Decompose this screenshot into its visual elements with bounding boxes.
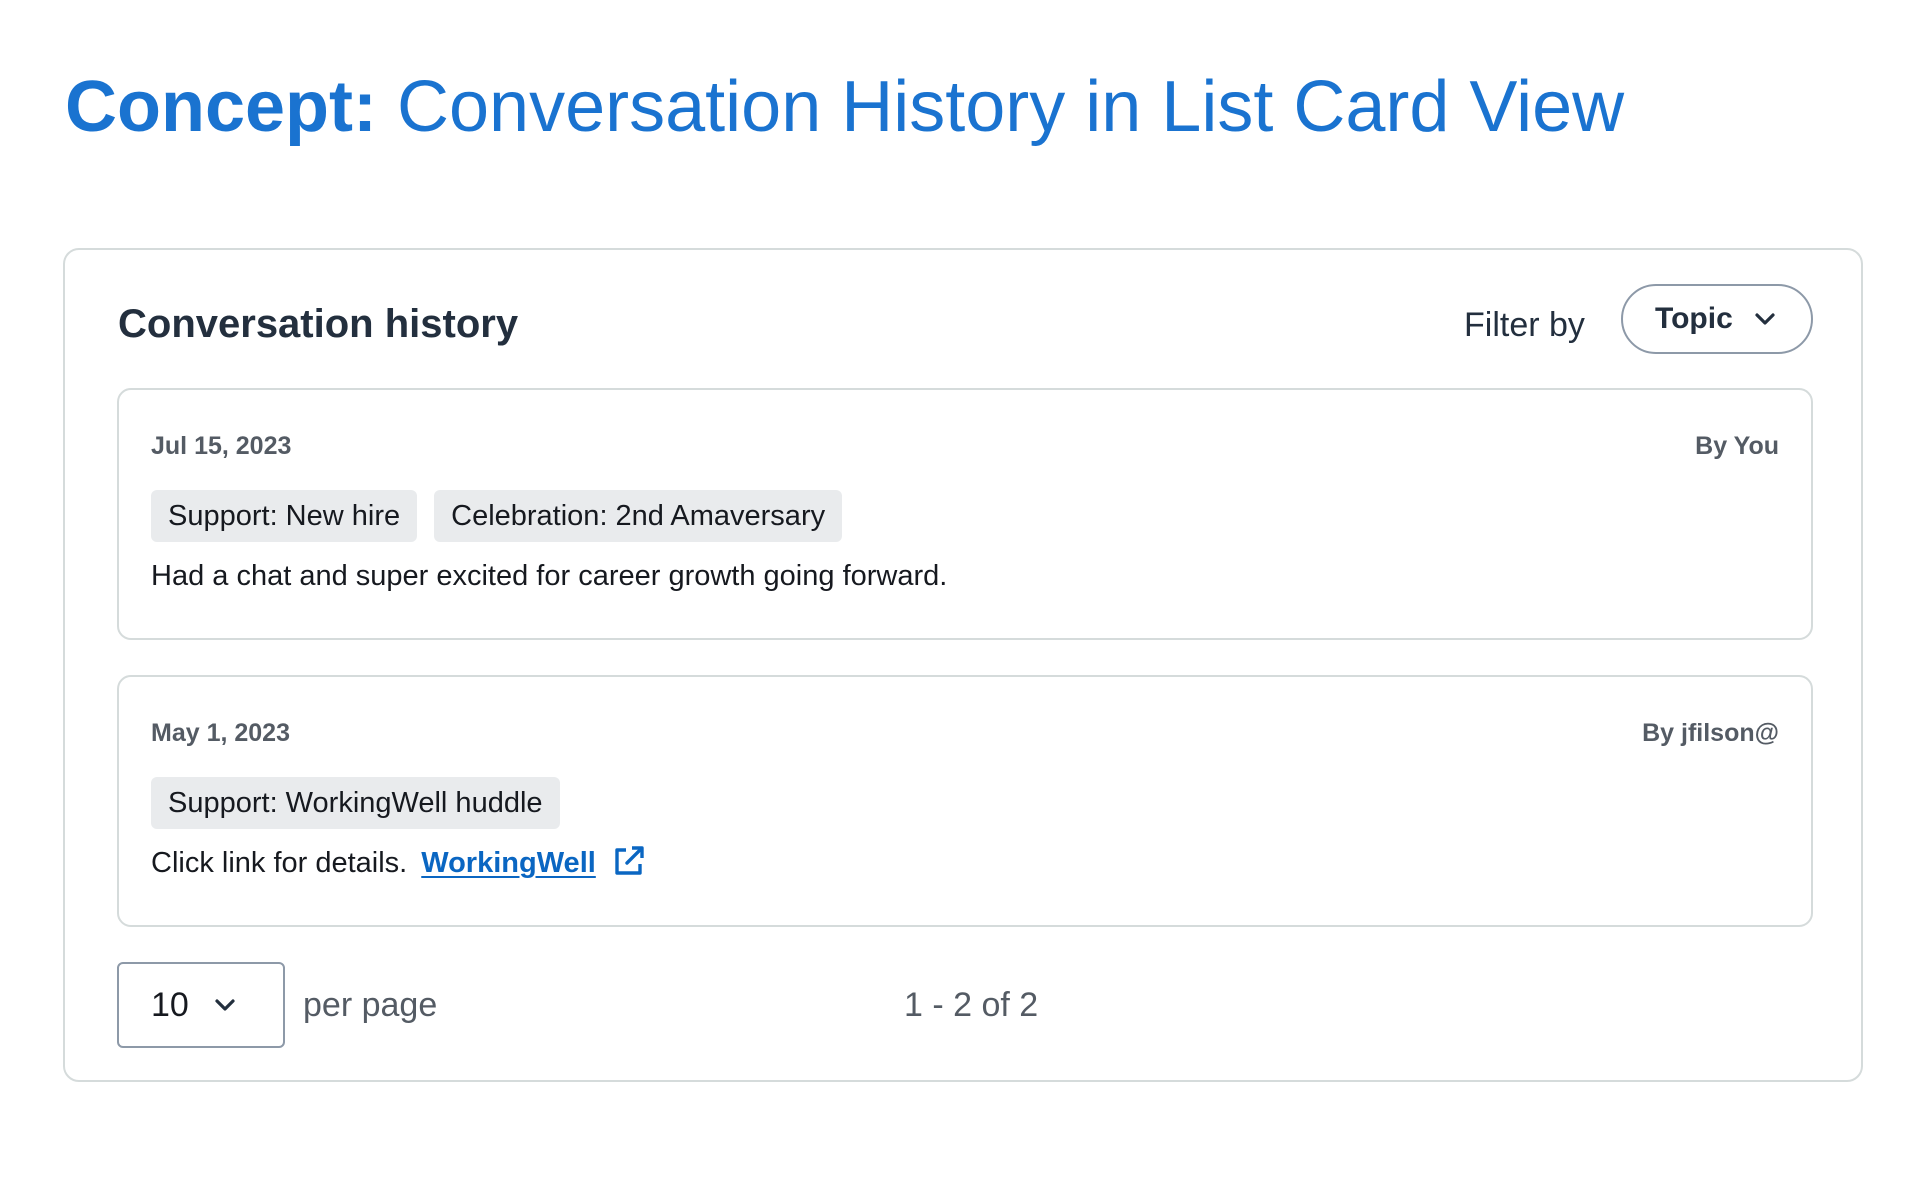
tag-list: Support: New hire Celebration: 2nd Amave… — [151, 490, 843, 542]
topic-tag: Celebration: 2nd Amaversary — [434, 490, 843, 542]
workingwell-link[interactable]: WorkingWell — [421, 847, 596, 879]
page-title-prefix: Concept: — [65, 67, 377, 147]
external-link-icon[interactable] — [612, 844, 646, 878]
per-page-dropdown[interactable]: 10 — [117, 962, 285, 1048]
chevron-down-icon — [215, 999, 235, 1011]
page-title-text: Conversation History in List Card View — [397, 67, 1625, 147]
filter-label: Filter by — [1464, 306, 1585, 344]
per-page-value: 10 — [151, 985, 189, 1024]
card-author: By jfilson@ — [1642, 719, 1779, 747]
tag-list: Support: WorkingWell huddle — [151, 777, 560, 829]
card-date: May 1, 2023 — [151, 719, 290, 747]
topic-tag: Support: WorkingWell huddle — [151, 777, 560, 829]
per-page-label: per page — [303, 986, 438, 1024]
conversation-card: May 1, 2023 By jfilson@ Support: Working… — [117, 675, 1813, 927]
page-title: Concept: Conversation History in List Ca… — [65, 62, 1624, 152]
card-date: Jul 15, 2023 — [151, 432, 292, 460]
topic-filter-dropdown[interactable]: Topic — [1621, 284, 1813, 354]
topic-tag: Support: New hire — [151, 490, 418, 542]
conversation-history-panel: Conversation history Filter by Topic Jul… — [63, 248, 1863, 1082]
card-note: Click link for details. WorkingWell — [151, 843, 646, 883]
topic-filter-value: Topic — [1655, 302, 1733, 335]
pagination-range: 1 - 2 of 2 — [904, 986, 1039, 1024]
card-note: Had a chat and super excited for career … — [151, 560, 948, 592]
card-note-text: Click link for details. — [151, 847, 408, 879]
conversation-card: Jul 15, 2023 By You Support: New hire Ce… — [117, 388, 1813, 640]
card-author: By You — [1695, 432, 1779, 460]
panel-heading: Conversation history — [118, 302, 519, 346]
chevron-down-icon — [1755, 313, 1775, 325]
